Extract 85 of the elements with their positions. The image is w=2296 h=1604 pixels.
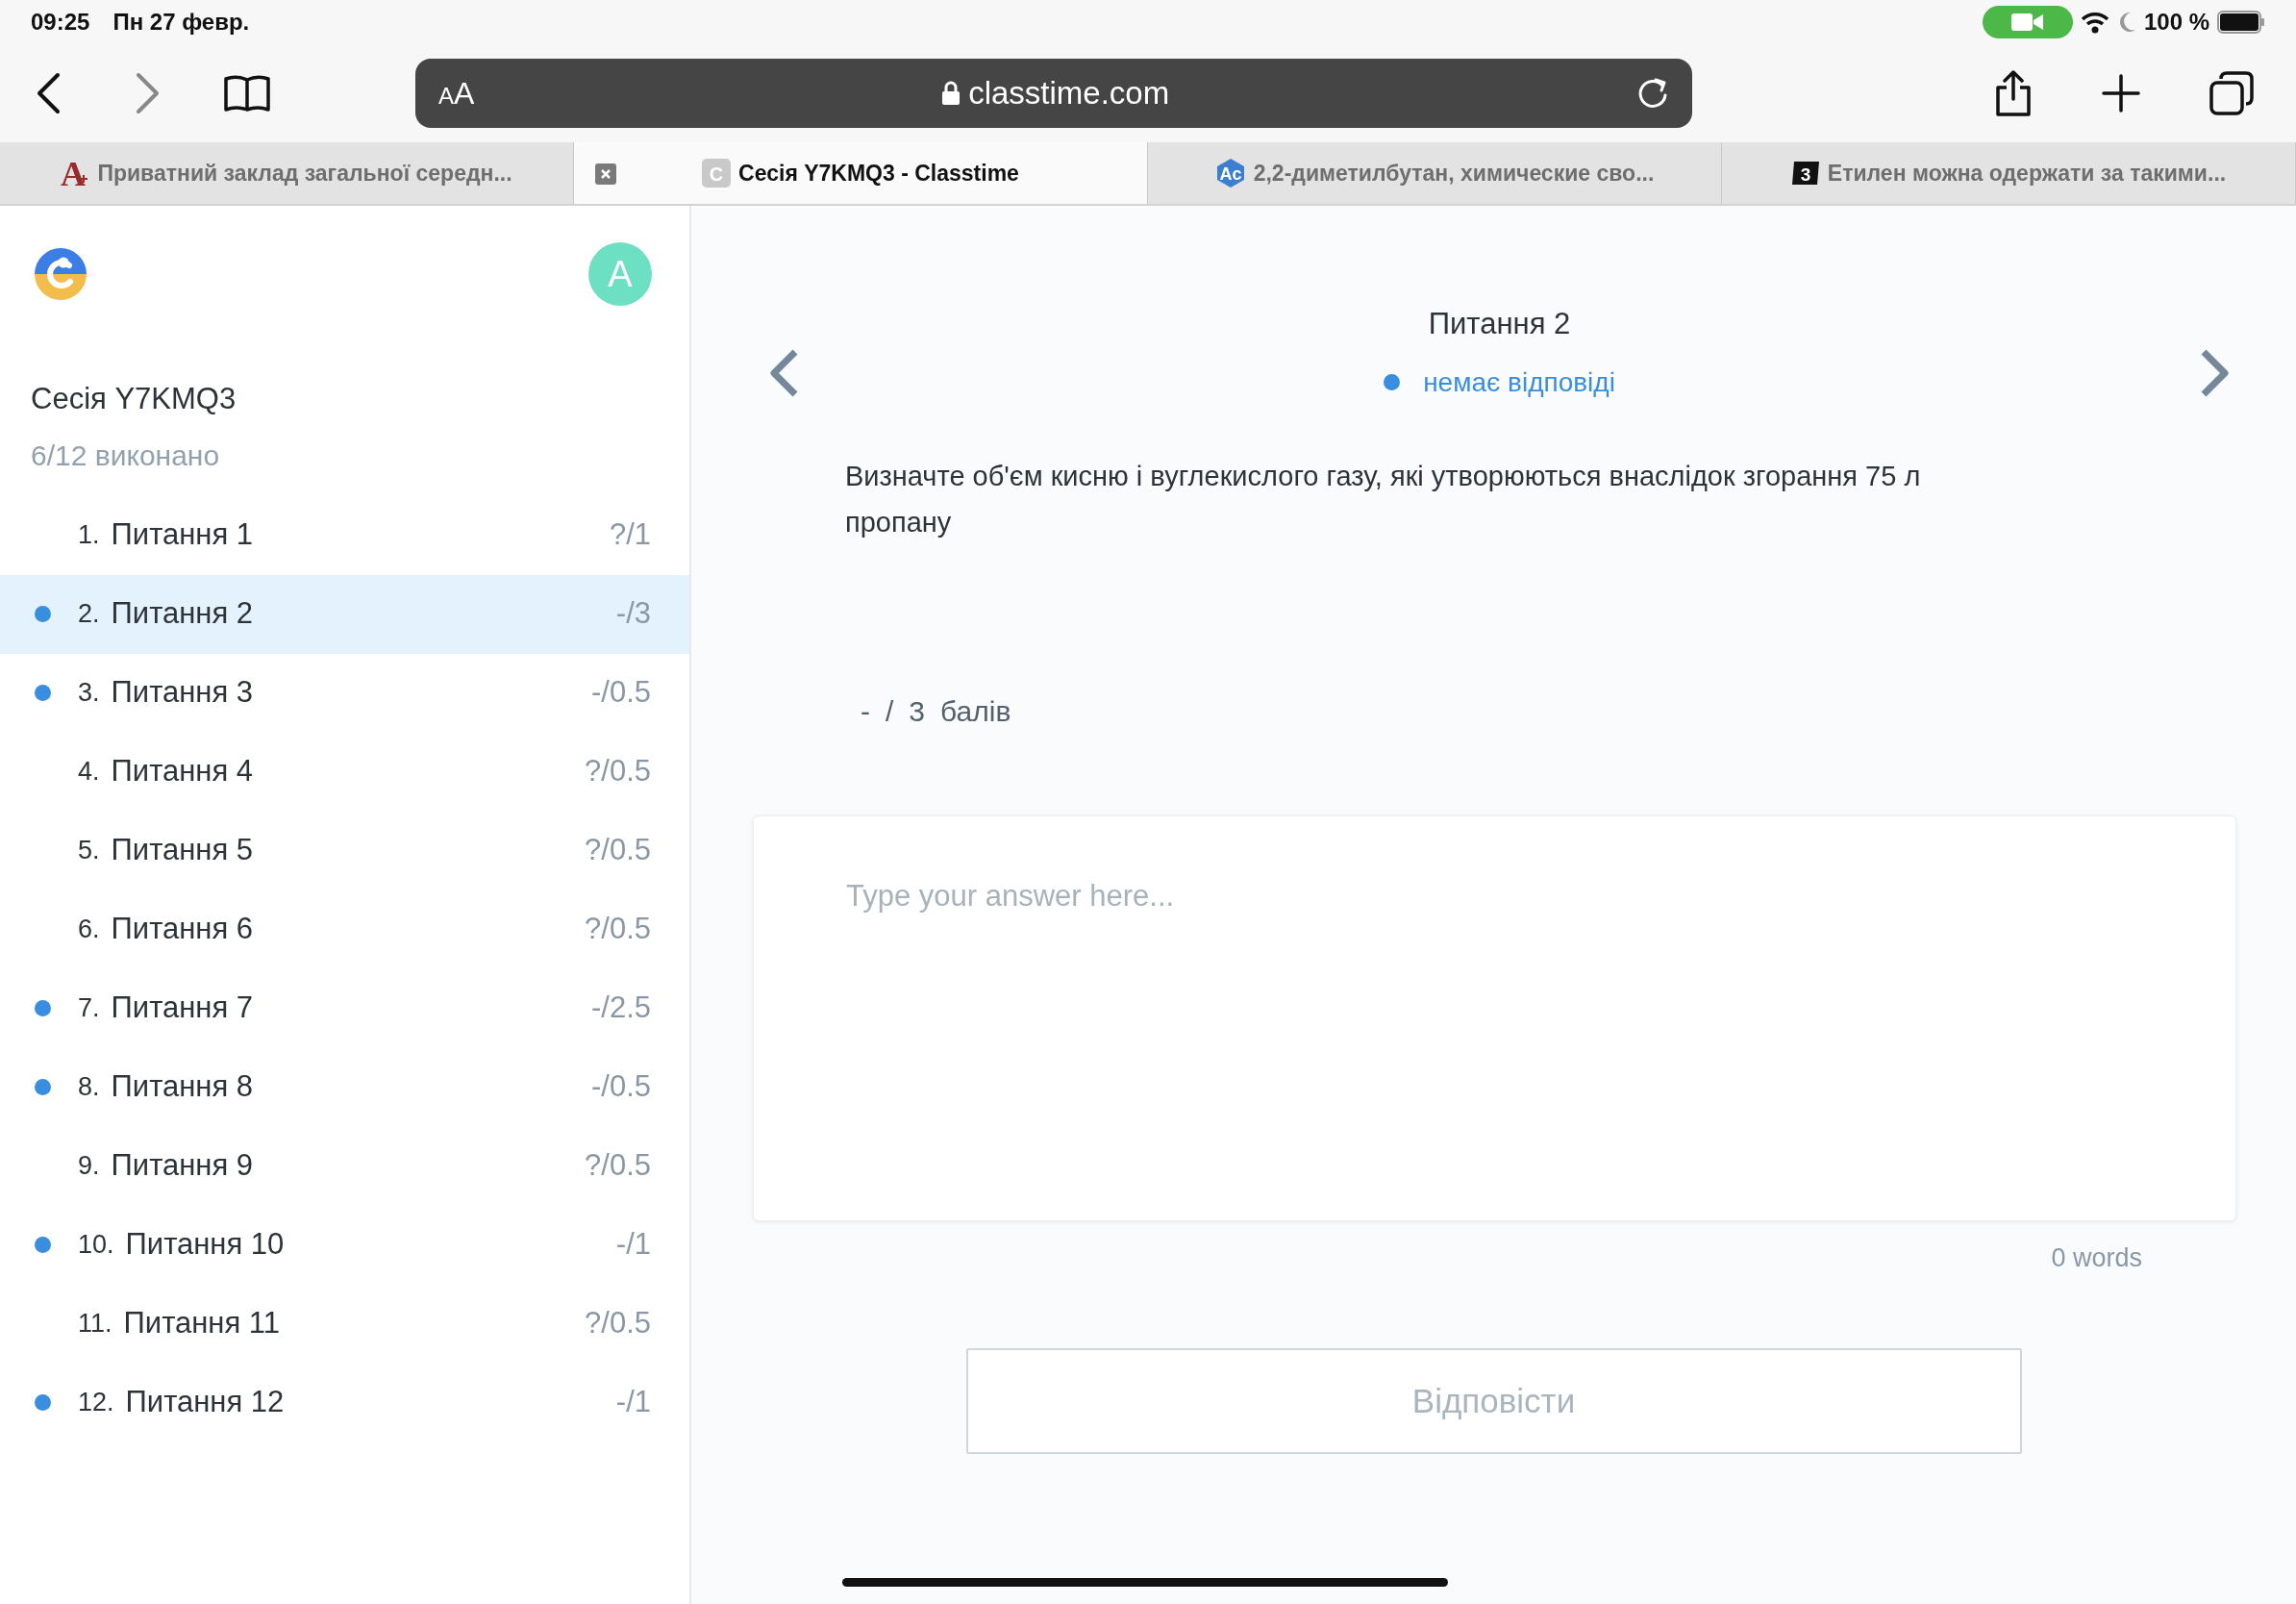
url-text[interactable]: classtime.com [968, 69, 1170, 117]
tab-title: Етилен можна одержати за такими... [1827, 159, 2227, 188]
text-size-button[interactable]: AA [438, 70, 475, 116]
tabs-icon[interactable] [2209, 71, 2254, 115]
favicon-icon: 3 [1790, 161, 1820, 186]
question-score: ?/0.5 [585, 911, 651, 948]
question-item[interactable]: 11. Питання 11 ?/0.5 [0, 1284, 689, 1364]
battery-icon [2217, 11, 2265, 34]
question-title: Питання 9 [111, 1147, 254, 1185]
question-number: 3. [78, 677, 100, 710]
question-title: Питання 11 [123, 1305, 281, 1342]
question-heading: Питання 2 [1428, 306, 1571, 342]
question-number: 5. [78, 835, 100, 867]
question-title: Питання 5 [111, 832, 254, 869]
logo-icon [35, 248, 87, 300]
tab-title: Приватний заклад загальної середн... [97, 159, 512, 188]
question-score: -/1 [615, 1226, 651, 1264]
wifi-icon [2080, 11, 2109, 34]
score-text: - [861, 693, 870, 729]
question-score: -/1 [615, 1384, 651, 1421]
browser-tab[interactable]: Ac 2,2-диметилбутан, химические сво... [1148, 142, 1722, 204]
status-time: 09:25 [31, 8, 90, 37]
question-title: Питання 8 [111, 1068, 254, 1106]
question-title: Питання 4 [111, 753, 254, 790]
question-score: -/0.5 [590, 1068, 651, 1106]
question-title: Питання 6 [111, 911, 254, 948]
question-title: Питання 2 [111, 595, 254, 633]
question-number: 7. [78, 992, 100, 1025]
question-title: Питання 10 [125, 1226, 285, 1264]
question-score: ?/0.5 [585, 1147, 651, 1185]
question-item[interactable]: 7. Питання 7 -/2.5 [0, 968, 689, 1048]
favicon-icon: Ac [1214, 158, 1246, 188]
tab-title: Сесія Y7KMQ3 - Classtime [738, 159, 1019, 188]
question-score: -/0.5 [590, 674, 651, 712]
question-title: Питання 12 [125, 1384, 285, 1421]
answer-status: немає відповіді [1423, 365, 1615, 399]
browser-tab[interactable]: 3 Етилен можна одержати за такими... [1722, 142, 2296, 204]
question-number: 11. [78, 1308, 112, 1341]
question-number: 4. [78, 756, 100, 789]
question-number: 10. [78, 1229, 114, 1262]
score-text: / [886, 693, 894, 729]
tab-title: 2,2-диметилбутан, химические сво... [1253, 159, 1655, 188]
lock-icon [941, 81, 961, 106]
question-number: 9. [78, 1150, 100, 1183]
status-date: Пн 27 февр. [112, 8, 250, 37]
score-text: балів [940, 693, 1011, 729]
question-score: -/2.5 [590, 990, 651, 1027]
book-icon[interactable] [223, 74, 271, 113]
question-text: Визначте об'єм кисню і вуглекислого газу, які утворюються внаслідок згорання 75 л пропану [845, 459, 1922, 539]
question-number: 12. [78, 1387, 114, 1419]
question-title: Питання 1 [111, 516, 254, 554]
battery-percent: 100 % [2143, 8, 2209, 37]
question-number: 6. [78, 914, 100, 946]
question-score: -/3 [615, 595, 651, 633]
question-item[interactable]: 4. Питання 4 ?/0.5 [0, 732, 689, 812]
question-score: ?/0.5 [585, 832, 651, 869]
score-text: 3 [909, 693, 926, 729]
status-dot [1384, 374, 1401, 390]
question-score: ?/0.5 [585, 1305, 651, 1342]
plus-icon[interactable] [2102, 74, 2140, 113]
question-item[interactable]: 8. Питання 8 -/0.5 [0, 1047, 689, 1127]
progress-text: 6/12 виконано [31, 438, 221, 473]
question-number: 8. [78, 1071, 100, 1104]
word-count: 0 words [2051, 1241, 2142, 1274]
close-icon[interactable] [595, 163, 616, 185]
question-score: ?/1 [609, 516, 651, 554]
question-item[interactable]: 10. Питання 10 -/1 [0, 1205, 689, 1285]
question-title: Питання 3 [111, 674, 254, 712]
question-item[interactable]: 1. Питання 1 ?/1 [0, 495, 689, 575]
question-item[interactable]: 9. Питання 9 ?/0.5 [0, 1126, 689, 1206]
question-number: 1. [78, 519, 100, 552]
answer-box[interactable]: Type your answer here... [753, 815, 2236, 1221]
question-title: Питання 7 [111, 990, 254, 1027]
question-number: 2. [78, 598, 100, 631]
reload-icon[interactable] [1636, 77, 1669, 110]
question-score: ?/0.5 [585, 753, 651, 790]
video-camera-icon [2010, 12, 2044, 33]
question-item[interactable]: 2. Питання 2 -/3 [0, 574, 689, 654]
question-item[interactable]: 6. Питання 6 ?/0.5 [0, 890, 689, 969]
question-item[interactable]: 12. Питання 12 -/1 [0, 1363, 689, 1442]
question-item[interactable]: 5. Питання 5 ?/0.5 [0, 811, 689, 890]
address-bar[interactable]: AA classtime.com [415, 59, 1692, 128]
question-item[interactable]: 3. Питання 3 -/0.5 [0, 653, 689, 733]
session-title: Сесія Y7KMQ3 [31, 381, 237, 417]
share-icon[interactable] [1994, 70, 2033, 116]
